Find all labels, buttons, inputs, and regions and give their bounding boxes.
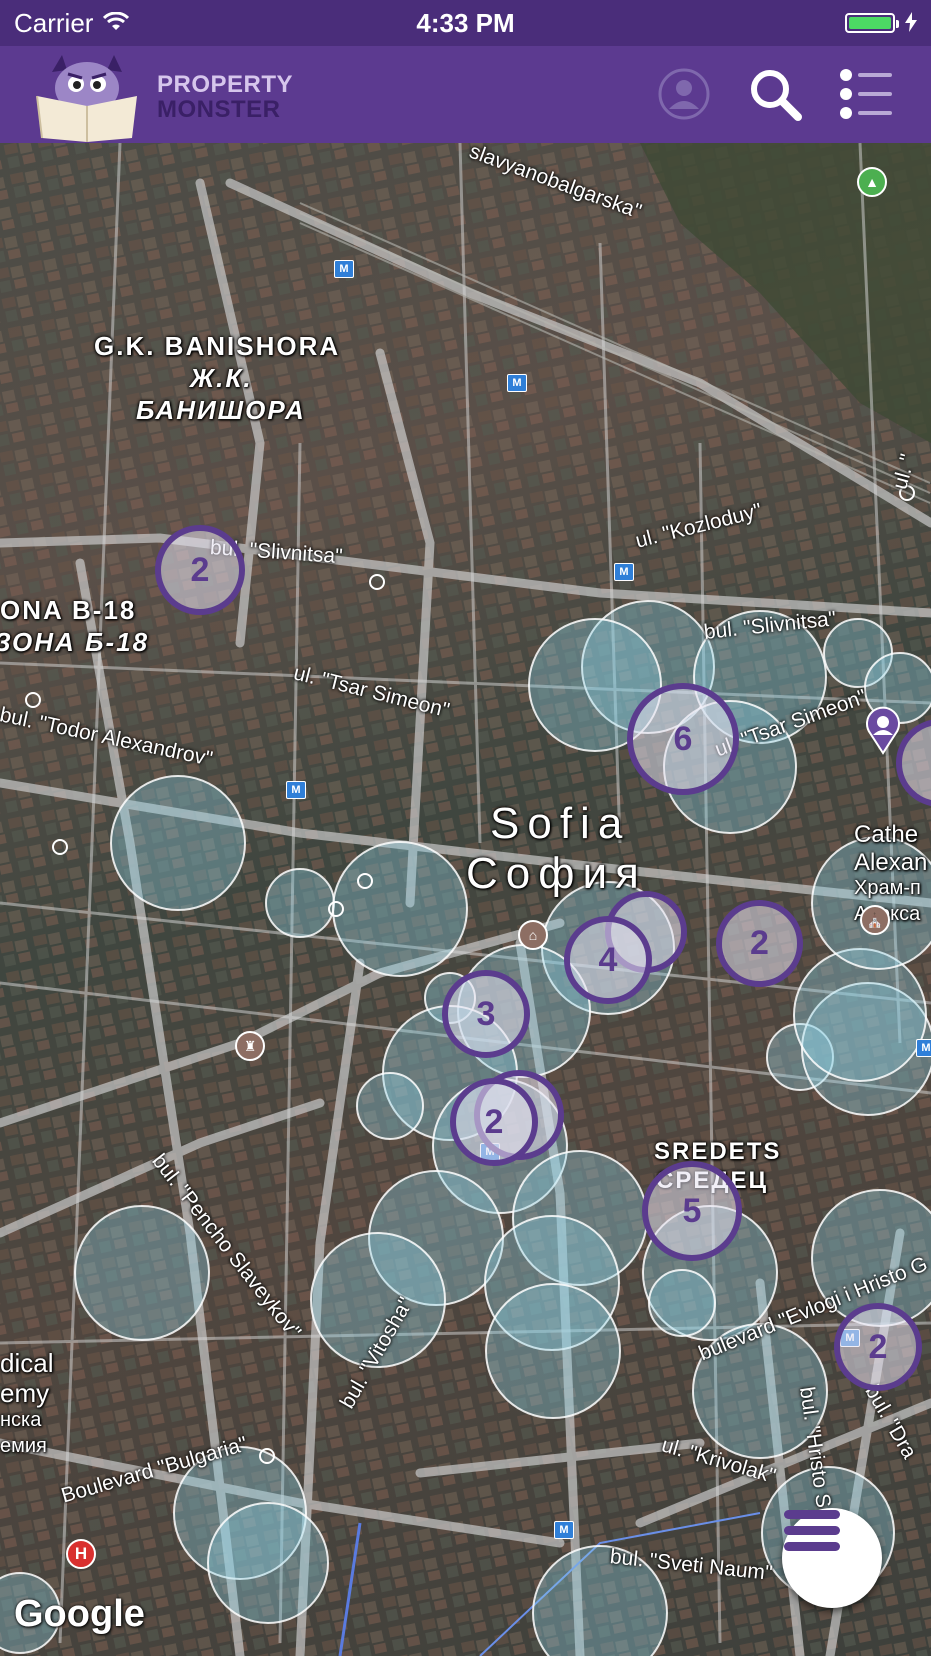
map-roads xyxy=(0,143,931,1656)
brand-wordmark: PROPERTY MONSTER xyxy=(157,72,293,122)
status-time: 4:33 PM xyxy=(416,8,515,38)
cluster-marker[interactable]: 5 xyxy=(642,1161,742,1261)
search-button[interactable] xyxy=(745,66,805,126)
menu-list-button[interactable] xyxy=(836,66,896,126)
label-sredets-latin: SREDETS xyxy=(654,1138,782,1165)
cluster-marker[interactable]: 3 xyxy=(442,970,530,1058)
cluster-marker[interactable]: 2 xyxy=(716,900,803,987)
label-banishora-cyr2: БАНИШОРА xyxy=(136,395,306,425)
park-icon[interactable]: ▲ xyxy=(857,167,887,197)
search-icon xyxy=(748,67,802,126)
cluster-marker[interactable]: 2 xyxy=(834,1303,922,1391)
label-cathedral-3: Храм-п xyxy=(854,877,921,899)
hospital-icon[interactable]: H xyxy=(66,1539,96,1569)
monster-logo-icon[interactable] xyxy=(32,50,142,142)
metro-icon[interactable]: M xyxy=(286,781,306,799)
label-cathedral-2: Alexan xyxy=(854,849,928,876)
label-medical-1: dical xyxy=(0,1348,54,1378)
status-bar: Carrier 4:33 PM xyxy=(0,0,931,46)
label-zona-cyr: ЗОНА Б-18 xyxy=(0,627,150,657)
profile-button[interactable] xyxy=(654,66,714,126)
label-medical-3: нска xyxy=(0,1409,42,1431)
church-icon[interactable]: ⛪ xyxy=(860,905,890,935)
label-medical-2: emy xyxy=(0,1378,50,1408)
battery-icon xyxy=(845,13,899,33)
metro-icon[interactable]: M xyxy=(507,374,527,392)
cluster-marker[interactable]: 2 xyxy=(450,1078,538,1166)
google-attribution: Google xyxy=(14,1593,145,1635)
museum-icon[interactable]: ⌂ xyxy=(518,920,548,950)
metro-icon[interactable]: M xyxy=(614,563,634,581)
metro-icon[interactable]: M xyxy=(334,260,354,278)
cluster-marker[interactable]: 2 xyxy=(155,525,245,615)
landmark-icon[interactable]: ♜ xyxy=(235,1031,265,1061)
profile-icon xyxy=(657,67,711,126)
label-banishora-cyr1: Ж.К. xyxy=(190,363,253,393)
cluster-marker[interactable]: 6 xyxy=(627,683,739,795)
label-medical-4: емия xyxy=(0,1435,47,1457)
brand-line2: MONSTER xyxy=(157,96,281,123)
metro-icon[interactable]: M xyxy=(916,1039,931,1057)
label-sofia-latin: Sofia xyxy=(490,799,631,848)
label-zona-latin: ONA B-18 xyxy=(0,595,137,625)
label-cathedral-1: Cathe xyxy=(854,821,919,848)
label-banishora-latin: G.K. BANISHORA xyxy=(94,331,341,361)
app-header: PROPERTY MONSTER xyxy=(0,46,931,143)
floating-menu-button[interactable] xyxy=(782,1508,882,1608)
menu-list-icon xyxy=(838,67,894,126)
map-view[interactable]: G.K. BANISHORA Ж.К. БАНИШОРА ONA B-18 ЗО… xyxy=(0,143,931,1656)
metro-icon[interactable]: M xyxy=(554,1521,574,1539)
brand-line1: PROPERTY xyxy=(157,71,294,98)
label-sofia-cyr: София xyxy=(466,849,647,898)
cluster-marker[interactable]: 4 xyxy=(564,916,652,1004)
